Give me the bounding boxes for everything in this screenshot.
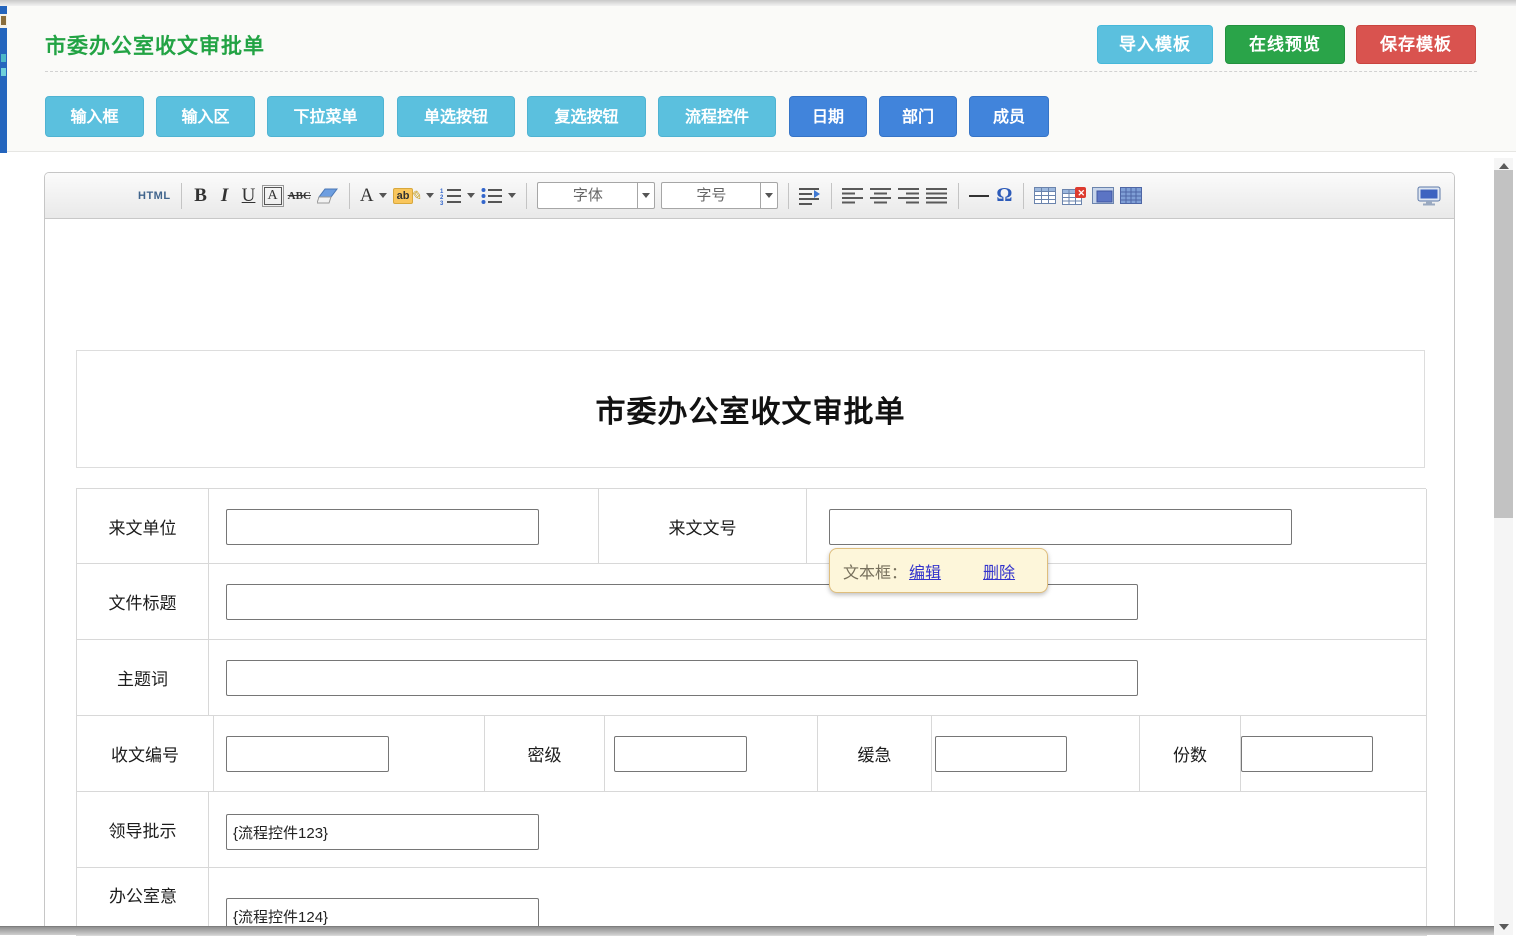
label-incoming-unit: 来文单位 [77, 489, 209, 564]
eraser-icon[interactable] [314, 180, 342, 212]
fullscreen-icon[interactable] [1414, 180, 1444, 212]
tool-button-date[interactable]: 日期 [789, 96, 867, 137]
bold-button[interactable]: B [189, 180, 213, 212]
editor-toolbar: HTML B I U A ABC A ab✎ 1 2 3 [45, 173, 1454, 219]
align-right-button[interactable] [895, 180, 923, 212]
label-subject-words: 主题词 [77, 640, 209, 716]
chevron-down-icon[interactable] [637, 183, 654, 208]
align-left-button[interactable] [839, 180, 867, 212]
scroll-down-icon[interactable] [1494, 919, 1513, 935]
online-preview-button[interactable]: 在线预览 [1225, 25, 1345, 64]
window-bottom-edge [0, 926, 1494, 935]
tool-button-input-area[interactable]: 输入区 [156, 96, 255, 137]
table-row: 主题词 [77, 640, 1427, 716]
table-properties-button[interactable] [1117, 180, 1145, 212]
bullet-list-button[interactable] [478, 180, 519, 212]
svg-text:3: 3 [440, 201, 444, 205]
table-row: 来文单位 来文文号 [77, 489, 1427, 564]
font-size-select[interactable]: 字号 [661, 182, 778, 209]
import-template-button[interactable]: 导入模板 [1097, 25, 1213, 64]
underline-button[interactable]: U [237, 180, 261, 212]
delete-table-button[interactable]: ✕ [1059, 180, 1089, 212]
page-title: 市委办公室收文审批单 [45, 30, 265, 60]
horizontal-rule-button[interactable] [966, 180, 992, 212]
leader-instructions-input[interactable] [226, 814, 539, 850]
background-icon [1, 54, 6, 62]
special-char-button[interactable]: Ω [992, 180, 1016, 212]
html-source-button[interactable]: HTML [135, 180, 174, 212]
font-family-select[interactable]: 字体 [537, 182, 655, 209]
field-action-tooltip: 文本框： 编辑 删除 [829, 548, 1048, 593]
font-border-button[interactable]: A [261, 180, 285, 212]
form-table: 来文单位 来文文号 文件标题 主题词 [76, 488, 1426, 936]
tool-button-member[interactable]: 成员 [969, 96, 1049, 137]
label-secrecy-level: 密级 [485, 716, 605, 792]
receipt-number-input[interactable] [226, 736, 389, 772]
tool-button-dropdown[interactable]: 下拉菜单 [267, 96, 384, 137]
save-template-button[interactable]: 保存模板 [1356, 25, 1476, 64]
field-type-label: 文本框： [843, 559, 907, 583]
editor-document[interactable]: 市委办公室收文审批单 来文单位 来文文号 文件标题 [45, 219, 1454, 935]
table-row: 文件标题 [77, 564, 1427, 640]
justify-button[interactable] [923, 180, 951, 212]
header-bar: 市委办公室收文审批单 导入模板 在线预览 保存模板 输入框 输入区 下拉菜单 单… [7, 6, 1516, 152]
tool-button-checkbox[interactable]: 复选按钮 [527, 96, 646, 137]
tool-button-input-box[interactable]: 输入框 [45, 96, 144, 137]
italic-button[interactable]: I [213, 180, 237, 212]
label-leader-instructions: 领导批示 [77, 792, 209, 868]
ordered-list-button[interactable]: 1 2 3 [437, 180, 478, 212]
cell-properties-button[interactable] [1089, 180, 1117, 212]
form-title: 市委办公室收文审批单 [596, 387, 906, 431]
vertical-scrollbar[interactable] [1494, 158, 1513, 935]
delete-field-link[interactable]: 删除 [983, 559, 1015, 583]
tool-button-radio[interactable]: 单选按钮 [397, 96, 515, 137]
background-window-sliver [0, 6, 7, 153]
chevron-down-icon[interactable] [760, 183, 777, 208]
incoming-doc-number-input[interactable] [829, 509, 1292, 545]
rich-text-editor: HTML B I U A ABC A ab✎ 1 2 3 [44, 172, 1455, 935]
label-copies: 份数 [1140, 716, 1241, 792]
scrollbar-thumb[interactable] [1494, 170, 1513, 518]
form-title-box: 市委办公室收文审批单 [76, 350, 1425, 468]
svg-text:✕: ✕ [1078, 188, 1086, 198]
tool-button-flow-control[interactable]: 流程控件 [658, 96, 776, 137]
insert-table-button[interactable] [1031, 180, 1059, 212]
edit-field-link[interactable]: 编辑 [909, 559, 941, 583]
incoming-unit-input[interactable] [226, 509, 539, 545]
copies-input[interactable] [1241, 736, 1373, 772]
table-row: 收文编号 密级 缓急 份数 [77, 716, 1427, 792]
table-row: 领导批示 [77, 792, 1427, 868]
background-icon [0, 14, 7, 28]
background-icon [1, 68, 6, 76]
tool-button-department[interactable]: 部门 [879, 96, 957, 137]
align-center-button[interactable] [867, 180, 895, 212]
highlight-button[interactable]: ab✎ [390, 180, 438, 212]
dashed-separator [45, 71, 1477, 72]
label-urgency: 缓急 [818, 716, 932, 792]
urgency-input[interactable] [935, 736, 1067, 772]
label-receipt-number: 收文编号 [77, 716, 214, 792]
label-document-title: 文件标题 [77, 564, 209, 640]
strikethrough-button[interactable]: ABC [285, 180, 314, 212]
indent-button[interactable] [796, 180, 824, 212]
subject-words-input[interactable] [226, 660, 1138, 696]
label-incoming-doc-number: 来文文号 [599, 489, 807, 564]
secrecy-level-input[interactable] [614, 736, 747, 772]
text-color-button[interactable]: A [357, 180, 390, 212]
